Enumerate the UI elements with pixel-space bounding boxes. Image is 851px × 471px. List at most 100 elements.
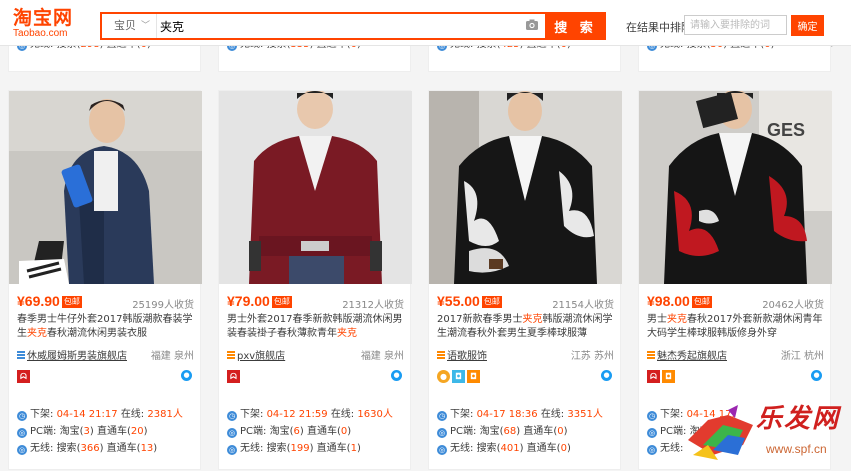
product-card[interactable]: ¥79.00 包邮 21312人收货 男士外套2017春季新款韩版潮流休闲男装春装…: [218, 90, 412, 470]
shop-link[interactable]: 语歌服饰: [447, 351, 487, 362]
location: 福建 泉州: [150, 351, 194, 362]
clock-icon: ◷: [437, 411, 447, 421]
price-row: ¥69.90 包邮 25199人收货: [17, 293, 194, 311]
wangwang-chat-icon[interactable]: ●: [391, 370, 402, 381]
guarantee-badge-icon: ◘: [467, 370, 480, 383]
pc-icon: ◎: [17, 428, 27, 438]
shop-row: 语歌服饰 江苏 苏州: [437, 347, 614, 362]
free-shipping-badge: 包邮: [481, 296, 502, 308]
guarantee-badge-icon: ◘: [662, 370, 675, 383]
shop-row: 休威履姆斯男装旗舰店 福建 泉州: [17, 347, 194, 362]
shop-icon: [227, 351, 235, 359]
pc-icon: ◎: [437, 428, 447, 438]
product-title[interactable]: 2017新款春季男士夹克韩版潮流休闲学生潮流春秋外套男生夏季棒球服薄: [437, 313, 617, 341]
exclude-label: 在结果中排除: [626, 21, 692, 34]
pc-icon: ◎: [647, 428, 657, 438]
tmall-badge-icon: ᗣ: [647, 370, 660, 383]
wireless-icon: ◎: [17, 445, 27, 455]
shop-link[interactable]: pxv旗舰店: [237, 351, 285, 362]
product-title[interactable]: 男士外套2017春季新款韩版潮流休闲男装春装褂子春秋薄款青年夹克: [227, 313, 407, 341]
deal-count: 21312人收货: [342, 300, 404, 311]
product-image[interactable]: [9, 91, 202, 284]
free-shipping-badge: 包邮: [691, 296, 712, 308]
product-image[interactable]: GES: [639, 91, 832, 284]
location: 江苏 苏州: [570, 351, 614, 362]
pc-icon: ◎: [227, 428, 237, 438]
location: 福建 泉州: [360, 351, 404, 362]
wireless-stat-line: ◎ 无线: 搜索(401) 直通车(0): [437, 443, 571, 455]
free-shipping-badge: 包邮: [61, 296, 82, 308]
location: 浙江 杭州: [780, 351, 824, 362]
watermark-text: 乐发网: [756, 404, 841, 434]
wangwang-chat-icon[interactable]: ●: [811, 370, 822, 381]
chevron-down-icon: ﹀: [140, 21, 150, 31]
shop-row: 魅杰秀起旗舰店 浙江 杭州: [647, 347, 824, 362]
price: ¥69.90: [17, 293, 60, 309]
offshelf-line: ◷ 下架: 04-14 21:17 在线: 2381人: [17, 409, 183, 421]
product-image[interactable]: [219, 91, 412, 284]
wireless-icon: ◎: [647, 445, 657, 455]
product-card[interactable]: ¥69.90 包邮 25199人收货 春季男士牛仔外套2017韩版潮款春装学生夹克…: [8, 90, 202, 470]
logo-text-cn: 淘宝网: [13, 7, 74, 29]
clock-icon: ◷: [227, 411, 237, 421]
price: ¥79.00: [227, 293, 270, 309]
badge-row: ᗣ ●: [227, 369, 404, 383]
search-scope-label: 宝贝: [114, 19, 136, 32]
wireless-icon: ◎: [437, 445, 447, 455]
stats-block: ◷ 下架: 04-17 18:36 在线: 3351人 ◎ PC端: 淘宝(68) …: [437, 409, 614, 460]
deal-count: 25199人收货: [132, 300, 194, 311]
deal-count: 21154人收货: [552, 300, 614, 311]
shop-icon: [437, 351, 445, 359]
offshelf-line: ◷ 下架: 04-12 21:59 在线: 1630人: [227, 409, 393, 421]
deal-count: 20462人收货: [762, 300, 824, 311]
service-badge-icon: ◘: [452, 370, 465, 383]
pc-stat-line: ◎ PC端: 淘宝(3) 直通车(20): [17, 426, 148, 438]
clock-icon: ◷: [17, 411, 27, 421]
badge-row: ᗣ ●: [17, 369, 194, 383]
search-scope-dropdown[interactable]: 宝贝 ﹀: [102, 14, 157, 38]
tmall-badge-icon: ᗣ: [17, 370, 30, 383]
wireless-icon: ◎: [227, 445, 237, 455]
stats-block: ◷ 下架: 04-14 21:17 在线: 2381人 ◎ PC端: 淘宝(3) 直…: [17, 409, 194, 460]
offshelf-line: ◷ 下架: 04-17 18:36 在线: 3351人: [437, 409, 603, 421]
price-row: ¥79.00 包邮 21312人收货: [227, 293, 404, 311]
pc-stat-line: ◎ PC端: 淘宝(6) 直通车(0): [227, 426, 352, 438]
svg-text:GES: GES: [767, 120, 805, 140]
camera-icon[interactable]: [525, 18, 539, 32]
search-header: 淘宝网 Taobao.com 宝贝 ﹀ 搜 索 在结果中排除 确定: [0, 0, 851, 46]
exclude-confirm-button[interactable]: 确定: [791, 15, 824, 36]
watermark-logo-icon: [688, 405, 753, 460]
search-box: 宝贝 ﹀ 搜 索: [100, 12, 606, 40]
price: ¥55.00: [437, 293, 480, 309]
watermark-url: www.spf.cn: [766, 442, 827, 456]
wangwang-chat-icon[interactable]: ●: [601, 370, 612, 381]
product-title[interactable]: 春季男士牛仔外套2017韩版潮款春装学生夹克春秋潮流休闲男装衣服: [17, 313, 197, 341]
price: ¥98.00: [647, 293, 690, 309]
badge-row: ᗣ ◘ ●: [647, 369, 824, 383]
watermark: 乐发网 www.spf.cn: [683, 398, 851, 471]
clock-icon: ◷: [647, 411, 657, 421]
tmall-badge-icon: ᗣ: [227, 370, 240, 383]
shop-icon: [17, 351, 25, 359]
search-input[interactable]: [160, 16, 520, 36]
gold-seller-badge-icon: ●: [437, 370, 450, 383]
shop-link[interactable]: 休威履姆斯男装旗舰店: [27, 351, 127, 362]
price-row: ¥98.00 包邮 20462人收货: [647, 293, 824, 311]
shop-row: pxv旗舰店 福建 泉州: [227, 347, 404, 362]
wangwang-chat-icon[interactable]: ●: [181, 370, 192, 381]
shop-link[interactable]: 魅杰秀起旗舰店: [657, 351, 727, 362]
price-row: ¥55.00 包邮 21154人收货: [437, 293, 614, 311]
logo-text-en: Taobao.com: [13, 28, 68, 39]
badge-row: ● ◘ ◘ ●: [437, 369, 614, 383]
wireless-stat-line: ◎ 无线: 搜索(199) 直通车(1): [227, 443, 361, 455]
wireless-stat-line: ◎ 无线: 搜索(366) 直通车(13): [17, 443, 158, 455]
stats-block: ◷ 下架: 04-12 21:59 在线: 1630人 ◎ PC端: 淘宝(6) 直…: [227, 409, 404, 460]
product-image[interactable]: [429, 91, 622, 284]
pc-stat-line: ◎ PC端: 淘宝(68) 直通车(0): [437, 426, 568, 438]
exclude-input[interactable]: [684, 15, 787, 35]
product-card[interactable]: ¥55.00 包邮 21154人收货 2017新款春季男士夹克韩版潮流休闲学生潮流…: [428, 90, 622, 470]
taobao-logo[interactable]: 淘宝网 Taobao.com: [13, 8, 83, 40]
product-title[interactable]: 男士夹克春秋2017外套新款潮休闲青年大码学生棒球服韩版修身外穿: [647, 313, 827, 341]
search-button[interactable]: 搜 索: [545, 12, 606, 40]
shop-icon: [647, 351, 655, 359]
